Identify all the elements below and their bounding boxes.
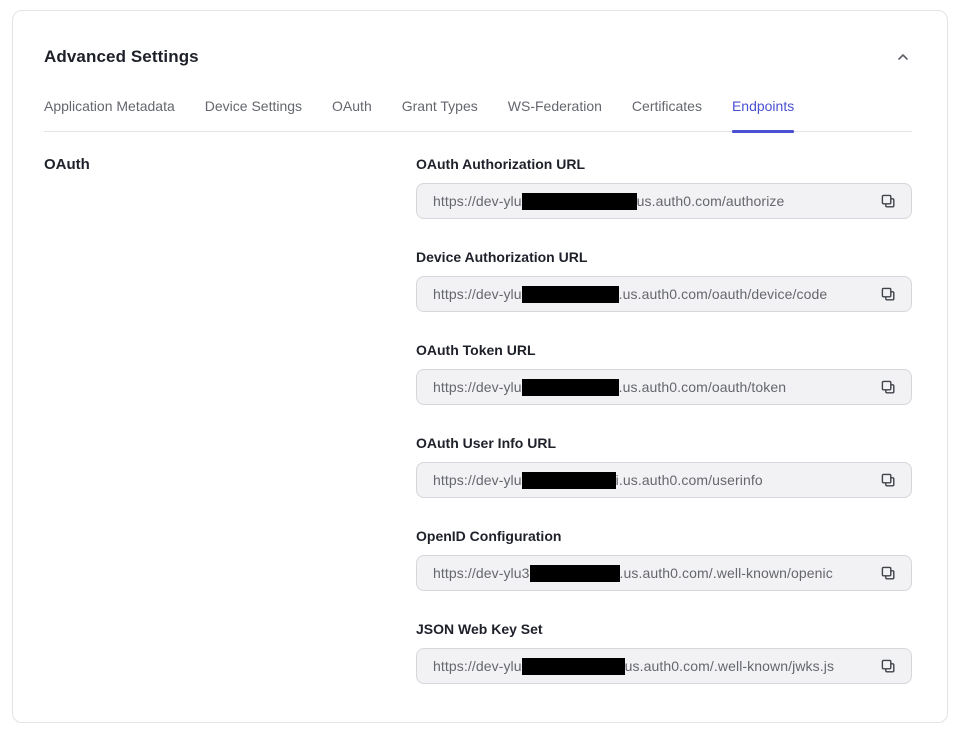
tab-grant-types[interactable]: Grant Types <box>402 98 478 131</box>
tab-ws-federation[interactable]: WS-Federation <box>508 98 602 131</box>
field-oauth-user-info-url: OAuth User Info URL https://dev-ylu i.us.… <box>416 435 912 498</box>
value-suffix: .us.auth0.com/oauth/device/code <box>619 286 828 302</box>
copy-button[interactable] <box>875 281 901 307</box>
copy-button[interactable] <box>875 653 901 679</box>
oauth-token-url-input[interactable]: https://dev-ylu .us.auth0.com/oauth/token <box>416 369 912 405</box>
copy-button[interactable] <box>875 467 901 493</box>
oauth-authorization-url-input[interactable]: https://dev-ylu us.auth0.com/authorize <box>416 183 912 219</box>
field-value: https://dev-ylu .us.auth0.com/oauth/token <box>433 379 867 396</box>
tab-oauth[interactable]: OAuth <box>332 98 372 131</box>
chevron-up-icon <box>896 50 910 64</box>
field-label: OAuth Authorization URL <box>416 156 912 172</box>
value-prefix: https://dev-ylu <box>433 472 522 488</box>
field-value: https://dev-ylu .us.auth0.com/oauth/devic… <box>433 286 867 303</box>
tab-application-metadata[interactable]: Application Metadata <box>44 98 175 131</box>
field-value: https://dev-ylu us.auth0.com/.well-known/… <box>433 658 867 675</box>
endpoints-content: OAuth OAuth Authorization URL https://de… <box>44 156 912 714</box>
field-value: https://dev-ylu i.us.auth0.com/userinfo <box>433 472 867 489</box>
copy-button[interactable] <box>875 560 901 586</box>
redacted-value <box>522 658 625 675</box>
copy-icon <box>880 658 896 674</box>
value-prefix: https://dev-ylu <box>433 286 522 302</box>
openid-configuration-input[interactable]: https://dev-ylu3 .us.auth0.com/.well-know… <box>416 555 912 591</box>
field-label: OAuth User Info URL <box>416 435 912 451</box>
copy-icon <box>880 286 896 302</box>
value-prefix: https://dev-ylu <box>433 379 522 395</box>
field-oauth-token-url: OAuth Token URL https://dev-ylu .us.auth0… <box>416 342 912 405</box>
tab-endpoints[interactable]: Endpoints <box>732 98 794 131</box>
copy-icon <box>880 472 896 488</box>
redacted-value <box>522 379 619 396</box>
value-suffix: i.us.auth0.com/userinfo <box>616 472 763 488</box>
fields-column: OAuth Authorization URL https://dev-ylu u… <box>416 156 912 714</box>
advanced-settings-panel: Advanced Settings Application Metadata D… <box>12 10 948 723</box>
value-prefix: https://dev-ylu3 <box>433 565 530 581</box>
tab-bar: Application Metadata Device Settings OAu… <box>44 98 912 132</box>
field-label: OAuth Token URL <box>416 342 912 358</box>
json-web-key-set-input[interactable]: https://dev-ylu us.auth0.com/.well-known/… <box>416 648 912 684</box>
value-suffix: us.auth0.com/authorize <box>637 193 785 209</box>
value-suffix: .us.auth0.com/oauth/token <box>619 379 787 395</box>
value-suffix: us.auth0.com/.well-known/jwks.js <box>625 658 834 674</box>
value-prefix: https://dev-ylu <box>433 658 522 674</box>
section-column: OAuth <box>44 156 416 714</box>
field-value: https://dev-ylu3 .us.auth0.com/.well-know… <box>433 565 867 582</box>
copy-button[interactable] <box>875 188 901 214</box>
copy-icon <box>880 379 896 395</box>
copy-button[interactable] <box>875 374 901 400</box>
redacted-value <box>530 565 620 582</box>
copy-icon <box>880 565 896 581</box>
device-authorization-url-input[interactable]: https://dev-ylu .us.auth0.com/oauth/devic… <box>416 276 912 312</box>
field-label: OpenID Configuration <box>416 528 912 544</box>
field-device-authorization-url: Device Authorization URL https://dev-ylu… <box>416 249 912 312</box>
field-label: Device Authorization URL <box>416 249 912 265</box>
tab-device-settings[interactable]: Device Settings <box>205 98 302 131</box>
panel-header: Advanced Settings <box>44 47 912 67</box>
field-label: JSON Web Key Set <box>416 621 912 637</box>
copy-icon <box>880 193 896 209</box>
field-oauth-authorization-url: OAuth Authorization URL https://dev-ylu u… <box>416 156 912 219</box>
field-json-web-key-set: JSON Web Key Set https://dev-ylu us.auth0… <box>416 621 912 684</box>
collapse-button[interactable] <box>894 48 912 66</box>
tab-certificates[interactable]: Certificates <box>632 98 702 131</box>
field-value: https://dev-ylu us.auth0.com/authorize <box>433 193 867 210</box>
redacted-value <box>522 286 619 303</box>
field-openid-configuration: OpenID Configuration https://dev-ylu3 .us… <box>416 528 912 591</box>
redacted-value <box>522 193 637 210</box>
section-heading: OAuth <box>44 156 416 173</box>
redacted-value <box>522 472 616 489</box>
value-prefix: https://dev-ylu <box>433 193 522 209</box>
value-suffix: .us.auth0.com/.well-known/openic <box>620 565 833 581</box>
oauth-user-info-url-input[interactable]: https://dev-ylu i.us.auth0.com/userinfo <box>416 462 912 498</box>
panel-title: Advanced Settings <box>44 47 199 67</box>
